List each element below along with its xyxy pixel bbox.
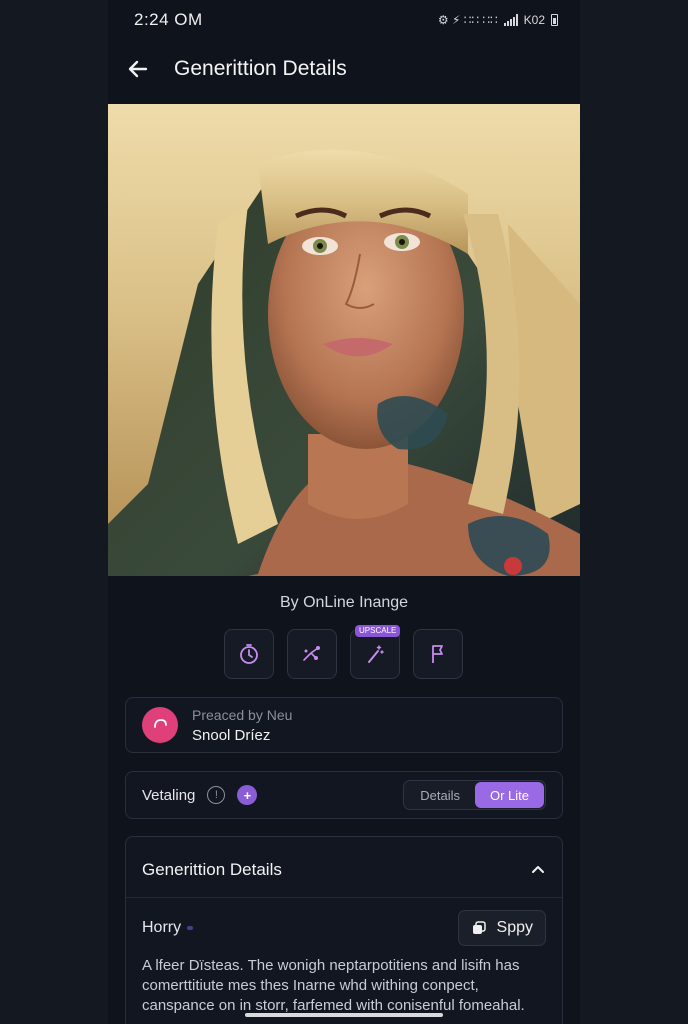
visibility-label: Vetaling [142,786,196,804]
creator-info: Preaced by Neu Snool Dríez [192,707,292,744]
plus-icon[interactable]: + [237,785,258,805]
arrow-left-icon [128,60,148,78]
status-icons: ⚙ ⚡ ∷∷ ∷∷ K02 [438,13,558,27]
flag-icon [432,645,443,663]
back-button[interactable] [124,55,152,83]
home-indicator[interactable] [245,1013,443,1017]
avatar-icon [154,719,167,728]
tool-row: UPSCALE [224,625,463,679]
info-icon[interactable]: ! [207,786,226,804]
sparkle-branch-icon [303,646,320,661]
notification-icons: ⚙ ⚡ ∷∷ ∷∷ [437,13,498,27]
creator-name: Snool Dríez [192,726,271,744]
prompt-indicator [187,926,194,930]
page-title: Generittion Details [174,57,347,80]
prompt-label-text: Horry [142,919,182,936]
app-screen: 2:24 OM ⚙ ⚡ ∷∷ ∷∷ K02 Generittion Detail… [0,0,688,1024]
segment-details[interactable]: Details [405,782,475,808]
copy-icon [472,921,486,934]
app-header: Generittion Details [124,50,347,88]
portrait-illustration [108,104,580,576]
report-button[interactable] [413,629,463,679]
copy-label: Sppy [496,919,533,936]
status-bar: 2:24 OM ⚙ ⚡ ∷∷ ∷∷ K02 [134,8,558,32]
details-title: Generittion Details [142,860,282,879]
battery-icon [551,14,558,26]
signal-icon [503,14,518,26]
generated-image[interactable] [108,104,580,576]
details-header[interactable]: Generittion Details [126,837,562,887]
prompt-row: Horry Sppy [126,910,562,946]
creator-card[interactable]: Preaced by Neu Snool Dríez [125,697,563,753]
details-panel: Generittion Details Horry Sppy A lfeer D… [125,836,563,1024]
creator-subtitle: Preaced by Neu [192,706,293,723]
timer-icon [240,644,258,664]
variations-button[interactable] [287,629,337,679]
timer-button[interactable] [224,629,274,679]
chevron-up-icon [532,866,544,873]
creator-byline: By OnLine Inange [279,594,409,611]
divider [126,897,562,898]
segment-online[interactable]: Or Lite [474,782,544,808]
avatar [142,707,178,743]
visibility-card: Vetaling ! + Details Or Lite [125,771,563,819]
wand-icon [368,645,384,663]
status-time: 2:24 OM [134,10,203,29]
upscale-button[interactable]: UPSCALE [350,625,401,679]
network-label: K02 [523,13,545,27]
upscale-badge: UPSCALE [355,625,401,637]
copy-button[interactable]: Sppy [457,910,546,946]
prompt-label: Horry [142,919,194,937]
visibility-toggle: Details Or Lite [403,780,546,810]
prompt-text: A lfeer Dïsteas. The wonigh neptarpotiti… [142,957,525,1014]
